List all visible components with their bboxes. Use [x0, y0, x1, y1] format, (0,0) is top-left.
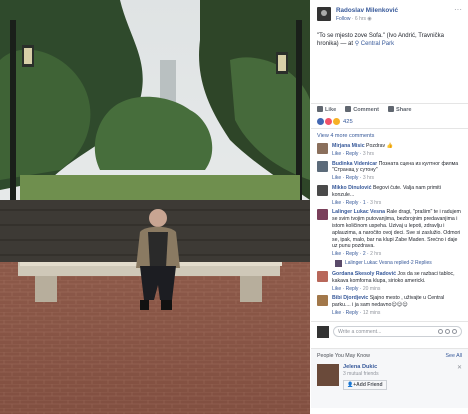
comment-time[interactable]: 3 hrs [370, 200, 381, 206]
commenter-avatar[interactable] [317, 184, 328, 196]
see-all-link[interactable]: See All [446, 353, 463, 359]
comment-item: Bibi Djordjevic Sjajno mesto , uživajte … [311, 293, 468, 317]
comment-like-count[interactable]: 1 [363, 200, 366, 206]
thumbs-up-icon [317, 106, 323, 112]
commenter-avatar[interactable] [317, 143, 328, 154]
commenter-name[interactable]: Mirjana Misic [332, 143, 365, 149]
post-header: Radoslav Milenković Follow · 6 hrs ◉ ··· [311, 0, 468, 28]
close-icon[interactable]: ✕ [457, 364, 462, 390]
comment-like-link[interactable]: Like [332, 151, 341, 157]
comment-item: Gordana Skesoly Radović Jos da se razbac… [311, 269, 468, 293]
comment-time[interactable]: 2 hrs [370, 251, 381, 257]
commenter-avatar[interactable] [317, 270, 328, 282]
comment-like-link[interactable]: Like [332, 200, 341, 206]
commenter-name[interactable]: Mikko Dinulović [332, 185, 372, 191]
comment-time[interactable]: 20 mins [363, 286, 381, 292]
post-time[interactable]: 6 hrs [355, 16, 366, 22]
photo-central-park-bench [0, 0, 310, 414]
comment-button[interactable]: Comment [345, 106, 379, 113]
wow-reaction-icon [333, 118, 340, 125]
comment-icon [345, 106, 352, 112]
comment-time[interactable]: 3 hrs [363, 151, 374, 157]
post-caption: "To se mjesto zove Sofa." (Ivo Andrić, T… [311, 28, 468, 73]
commenter-avatar[interactable] [317, 295, 328, 307]
share-icon [388, 106, 394, 112]
comment-list: Mirjana Misic Pozdrav 👍 Like · Reply · 3… [311, 141, 468, 318]
commenter-avatar[interactable] [317, 209, 328, 221]
love-reaction-icon [325, 118, 332, 125]
follow-link[interactable]: Follow [336, 16, 350, 22]
commenter-name[interactable]: Gordana Skesoly Radović [332, 271, 396, 277]
comment-item: Mirjana Misic Pozdrav 👍 Like · Reply · 3… [311, 141, 468, 159]
replier-avatar [335, 259, 342, 267]
post-photo[interactable] [0, 0, 310, 414]
commenter-name[interactable]: Budinka Videnicar [332, 161, 377, 167]
comment-reply-link[interactable]: Reply [346, 151, 359, 157]
add-friend-icon: 👤+ [347, 381, 357, 388]
comment-text: Pozdrav 👍 [366, 143, 393, 149]
people-you-may-know: People You May Know See All Jelena Dukic… [311, 347, 468, 408]
mutual-friends[interactable]: 3 mutual friends [343, 371, 387, 377]
comment-input-placeholder: Write a comment... [338, 328, 382, 335]
emoji-icon[interactable] [438, 329, 443, 335]
view-more-comments-link[interactable]: View 4 more comments [311, 129, 468, 141]
comment-input[interactable]: Write a comment... [333, 326, 462, 338]
replies-link[interactable]: Lalinger Lukac Vesna replied · 2 Replies [311, 259, 468, 269]
like-button[interactable]: Like [317, 106, 336, 113]
comment-reply-link[interactable]: Reply [346, 286, 359, 292]
comment-time[interactable]: 3 hrs [363, 175, 374, 181]
commenter-name[interactable]: Lalinger Lukac Vesna [332, 209, 385, 215]
suggested-friend-avatar[interactable] [317, 363, 339, 386]
suggested-friend-name[interactable]: Jelena Dukic [343, 364, 387, 370]
more-options-icon[interactable]: ··· [454, 6, 462, 14]
write-comment-bar: Write a comment... [311, 320, 468, 342]
author-name[interactable]: Radoslav Milenković [336, 7, 398, 14]
viewer-avatar [317, 325, 329, 338]
comment-reply-link[interactable]: Reply [346, 310, 359, 316]
comment-reply-link[interactable]: Reply [346, 200, 359, 206]
reply-count: 2 Replies [410, 260, 432, 267]
commenter-name[interactable]: Bibi Djordjevic [332, 295, 368, 301]
comment-reply-link[interactable]: Reply [346, 251, 359, 257]
sticker-icon[interactable] [452, 329, 457, 335]
post-meta: Follow · 6 hrs ◉ [336, 16, 398, 22]
post-actions: Like Comment Share [311, 103, 468, 115]
comment-time[interactable]: 12 mins [363, 310, 381, 316]
camera-icon[interactable] [445, 329, 450, 335]
comment-like-link[interactable]: Like [332, 251, 341, 257]
pymk-title: People You May Know [317, 352, 371, 359]
reaction-count: 425 [343, 118, 353, 125]
comment-like-link[interactable]: Like [332, 286, 341, 292]
reactions-summary[interactable]: 425 [311, 115, 468, 129]
comment-like-count[interactable]: 2 [363, 251, 366, 257]
location-link[interactable]: Central Park [361, 41, 394, 47]
replier-name: Lalinger Lukac Vesna replied [345, 260, 410, 267]
globe-icon: ◉ [367, 16, 372, 22]
comment-item: Mikko Dinulović Begovi čute. Valja nam p… [311, 183, 468, 207]
author-avatar[interactable] [317, 7, 331, 21]
commenter-avatar[interactable] [317, 160, 328, 172]
add-friend-button[interactable]: 👤+ Add Friend [343, 379, 387, 390]
comment-like-link[interactable]: Like [332, 175, 341, 181]
comment-text: Rale dragi, "prašim" te i radujem se svi… [332, 209, 461, 250]
comment-like-link[interactable]: Like [332, 310, 341, 316]
comment-item: Lalinger Lukac Vesna Rale dragi, "prašim… [311, 207, 468, 259]
comment-item: Budinka Videnicar Познатa сцена из култн… [311, 159, 468, 183]
post-side-panel: Radoslav Milenković Follow · 6 hrs ◉ ···… [311, 0, 468, 414]
comment-reply-link[interactable]: Reply [346, 175, 359, 181]
share-button[interactable]: Share [388, 106, 412, 113]
comment-input-icons [438, 329, 457, 335]
like-reaction-icon [317, 118, 324, 125]
